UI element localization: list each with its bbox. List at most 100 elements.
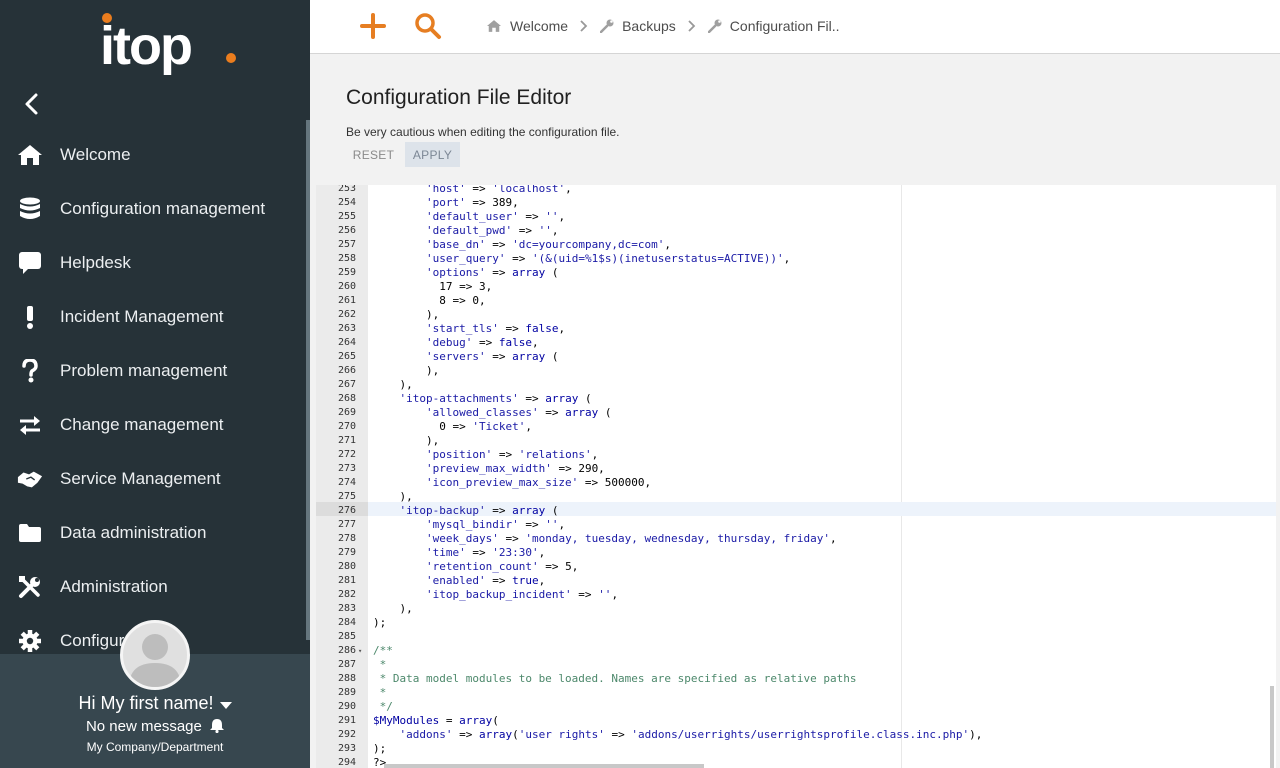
code-text: * <box>373 658 387 671</box>
horizontal-scrollbar[interactable] <box>384 764 704 768</box>
caret-down-icon <box>219 694 232 715</box>
code-text: 'time' => '23:30', <box>425 546 546 559</box>
code-line[interactable]: 287 * <box>316 658 1276 672</box>
code-line[interactable]: 280 'retention_count' => 5, <box>316 560 1276 574</box>
code-text: ), <box>373 364 440 377</box>
code-line[interactable]: 283 ), <box>316 602 1276 616</box>
code-line[interactable]: 260 17 => 3, <box>316 280 1276 294</box>
code-line[interactable]: 277 'mysql_bindir' => '', <box>316 518 1276 532</box>
fold-toggle-icon[interactable]: ▾ <box>358 644 362 658</box>
apply-button[interactable]: APPLY <box>405 142 460 167</box>
code-line[interactable]: 276 'itop-backup' => array ( <box>316 504 1276 518</box>
code-line[interactable]: 258 'user_query' => '(&(uid=%1$s)(inetus… <box>316 252 1276 266</box>
code-text: 'itop_backup_incident' => '', <box>425 588 619 601</box>
code-text: ), <box>373 490 413 503</box>
code-line[interactable]: 284); <box>316 616 1276 630</box>
breadcrumb-item-configuration-file[interactable]: Configuration Fil.. <box>707 18 840 34</box>
line-number: 290 <box>337 701 356 712</box>
code-line[interactable]: 281 'enabled' => true, <box>316 574 1276 588</box>
greeting-text: Hi My first name! <box>78 693 214 713</box>
code-text: 'position' => 'relations', <box>425 448 599 461</box>
code-editor[interactable]: 253 'host' => 'localhost', 254 'port' => … <box>316 185 1276 768</box>
breadcrumb-label: Configuration Fil.. <box>729 18 840 34</box>
code-line[interactable]: 257 'base_dn' => 'dc=yourcompany,dc=com'… <box>316 238 1276 252</box>
new-object-plus-icon[interactable] <box>360 13 386 39</box>
code-line[interactable]: 261 8 => 0, <box>316 294 1276 308</box>
menu-item-welcome[interactable]: Welcome <box>0 128 310 182</box>
code-line[interactable]: 290 */ <box>316 700 1276 714</box>
code-text: 'retention_count' => 5, <box>425 560 579 573</box>
code-lines[interactable]: 253 'host' => 'localhost', 254 'port' => … <box>316 185 1276 768</box>
menu-item-change-management[interactable]: Change management <box>0 398 310 452</box>
code-line[interactable]: 253 'host' => 'localhost', <box>316 185 1276 196</box>
wrench-icon <box>707 19 722 33</box>
code-line[interactable]: 264 'debug' => false, <box>316 336 1276 350</box>
code-line[interactable]: 267 ), <box>316 378 1276 392</box>
code-line[interactable]: 288 * Data model modules to be loaded. N… <box>316 672 1276 686</box>
menu-item-incident-management[interactable]: Incident Management <box>0 290 310 344</box>
line-number: 262 <box>337 309 356 320</box>
code-text: $MyModules = array( <box>373 714 499 727</box>
code-line[interactable]: 279 'time' => '23:30', <box>316 546 1276 560</box>
line-number: 255 <box>337 211 356 222</box>
code-line[interactable]: 275 ), <box>316 490 1276 504</box>
code-text: 'port' => 389, <box>425 196 519 209</box>
code-text: 'default_pwd' => '', <box>425 224 559 237</box>
code-text: 'itop-attachments' => array ( <box>399 392 592 405</box>
code-line[interactable]: 265 'servers' => array ( <box>316 350 1276 364</box>
breadcrumb: Welcome Backups Configuration Fil.. <box>486 18 840 34</box>
code-line[interactable]: 293); <box>316 742 1276 756</box>
menu-item-label: Problem management <box>60 361 228 380</box>
menu-item-helpdesk[interactable]: Helpdesk <box>0 236 310 290</box>
main-menu: Welcome Configuration management Helpdes… <box>0 128 310 668</box>
menu-item-label: Configuration management <box>60 199 266 218</box>
menu-item-configuration-management[interactable]: Configuration management <box>0 182 310 236</box>
code-line[interactable]: 259 'options' => array ( <box>316 266 1276 280</box>
itop-logo[interactable]: itop <box>100 6 250 86</box>
code-line[interactable]: 266 ), <box>316 364 1276 378</box>
code-line[interactable]: 282 'itop_backup_incident' => '', <box>316 588 1276 602</box>
code-line[interactable]: 270 0 => 'Ticket', <box>316 420 1276 434</box>
line-number: 257 <box>337 239 356 250</box>
code-line[interactable]: 254 'port' => 389, <box>316 196 1276 210</box>
code-line[interactable]: 289 * <box>316 686 1276 700</box>
code-line[interactable]: 272 'position' => 'relations', <box>316 448 1276 462</box>
collapse-sidebar-icon[interactable] <box>20 90 44 118</box>
code-line[interactable]: 255 'default_user' => '', <box>316 210 1276 224</box>
code-line[interactable]: 285 <box>316 630 1276 644</box>
breadcrumb-item-welcome[interactable]: Welcome <box>486 18 568 34</box>
breadcrumb-item-backups[interactable]: Backups <box>600 18 676 34</box>
code-line[interactable]: 292 'addons' => array('user rights' => '… <box>316 728 1276 742</box>
reset-button[interactable]: RESET <box>346 142 401 167</box>
sidebar-scrollbar[interactable] <box>306 120 310 640</box>
code-text: ), <box>373 378 413 391</box>
code-line[interactable]: 286 ▾ /** <box>316 644 1276 658</box>
code-line[interactable]: 263 'start_tls' => false, <box>316 322 1276 336</box>
menu-item-problem-management[interactable]: Problem management <box>0 344 310 398</box>
line-number: 270 <box>337 421 356 432</box>
line-number: 292 <box>337 729 356 740</box>
code-line[interactable]: 291 $MyModules = array( <box>316 714 1276 728</box>
menu-item-administration[interactable]: Administration <box>0 560 310 614</box>
code-line[interactable]: 256 'default_pwd' => '', <box>316 224 1276 238</box>
menu-item-service-management[interactable]: Service Management <box>0 452 310 506</box>
code-line[interactable]: 273 'preview_max_width' => 290, <box>316 462 1276 476</box>
notifications[interactable]: No new message <box>0 718 310 735</box>
line-number: 281 <box>337 575 356 586</box>
code-line[interactable]: 262 ), <box>316 308 1276 322</box>
code-line[interactable]: 269 'allowed_classes' => array ( <box>316 406 1276 420</box>
search-icon[interactable] <box>414 12 442 40</box>
avatar[interactable] <box>120 620 190 690</box>
code-text: 'default_user' => '', <box>425 210 566 223</box>
code-text: 'addons' => array('user rights' => 'addo… <box>399 728 983 741</box>
code-line[interactable]: 274 'icon_preview_max_size' => 500000, <box>316 476 1276 490</box>
line-number: 268 <box>337 393 356 404</box>
code-line[interactable]: 268 'itop-attachments' => array ( <box>316 392 1276 406</box>
user-greeting[interactable]: Hi My first name! <box>0 693 310 715</box>
menu-item-data-administration[interactable]: Data administration <box>0 506 310 560</box>
menu-item-label: Welcome <box>60 145 131 164</box>
code-line[interactable]: 278 'week_days' => 'monday, tuesday, wed… <box>316 532 1276 546</box>
code-line[interactable]: 271 ), <box>316 434 1276 448</box>
code-text: 'base_dn' => 'dc=yourcompany,dc=com', <box>425 238 672 251</box>
vertical-scrollbar[interactable] <box>1270 686 1274 768</box>
